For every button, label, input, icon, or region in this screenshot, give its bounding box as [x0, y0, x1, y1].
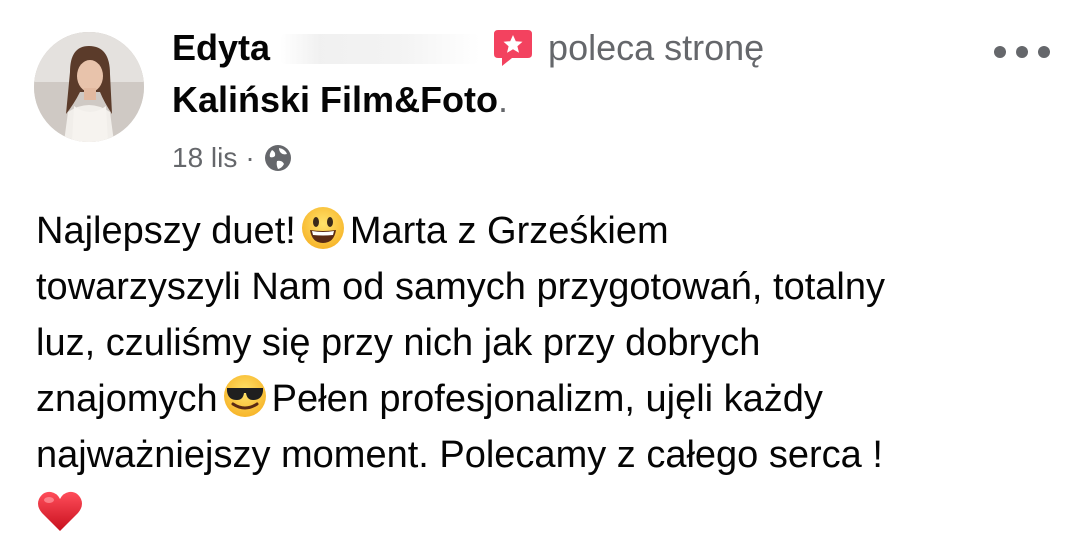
page-name-link[interactable]: Kaliński Film&Foto	[172, 79, 498, 120]
avatar-photo	[34, 32, 144, 142]
author-name[interactable]: Edyta	[172, 27, 270, 68]
post-text-line: najważniejszy moment. Polecamy z całego …	[36, 434, 883, 476]
more-dot	[1038, 46, 1050, 58]
text-segment: Pełen profesjonalizm, ujęli każdy	[271, 378, 823, 420]
post-meta: 18 lis ·	[172, 140, 293, 176]
redacted-surname	[280, 34, 481, 64]
text-segment: Najlepszy duet!	[36, 210, 296, 252]
smiling-face-with-sunglasses-emoji	[222, 373, 268, 419]
more-dot	[1016, 46, 1028, 58]
recommendation-icon	[492, 26, 534, 68]
avatar[interactable]	[34, 32, 144, 142]
text-segment: znajomych	[36, 378, 218, 420]
globe-icon[interactable]	[263, 143, 293, 173]
meta-separator: ·	[245, 142, 255, 173]
post-text-line: Najlepszy duet! Marta z Grześkiem	[36, 203, 1046, 259]
text-segment: Marta z Grześkiem	[349, 210, 669, 252]
page-name-suffix: .	[498, 79, 509, 120]
post-text-line: znajomych Pełen profesjonalizm, ujęli ka…	[36, 371, 1046, 427]
post-text-line: towarzyszyli Nam od samych przygotowań, …	[36, 266, 885, 308]
post-date[interactable]: 18 lis	[172, 142, 237, 173]
post-text: Najlepszy duet! Marta z Grześkiem towarz…	[36, 203, 1046, 539]
more-dot	[994, 46, 1006, 58]
author-line: Edyta poleca stronę	[172, 26, 764, 70]
red-heart-emoji	[36, 487, 84, 535]
recommends-text: poleca stronę	[548, 27, 765, 68]
recommendation-post: Edyta poleca stronę Kaliński Film&Foto. …	[0, 0, 1080, 544]
post-text-line	[36, 483, 1046, 539]
page-line: Kaliński Film&Foto.	[172, 78, 508, 122]
more-options-button[interactable]	[994, 40, 1050, 64]
grinning-face-emoji	[300, 205, 346, 251]
post-text-line: luz, czuliśmy się przy nich jak przy dob…	[36, 322, 761, 364]
